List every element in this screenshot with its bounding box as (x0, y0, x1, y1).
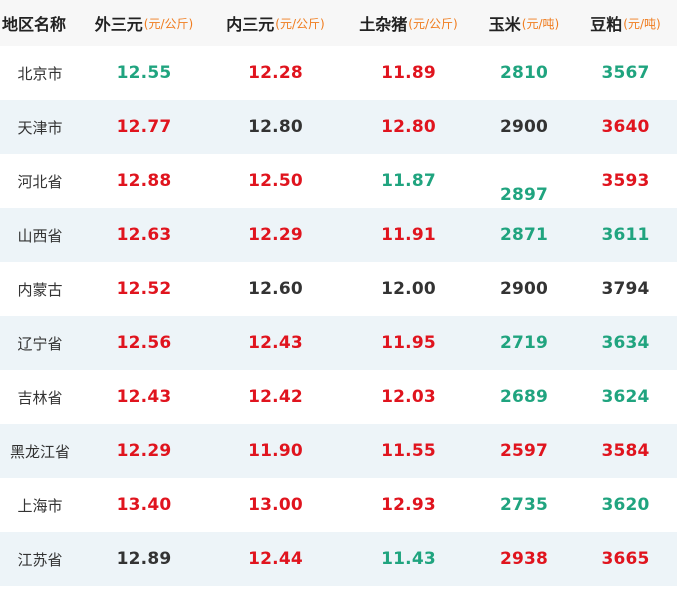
price-cell: 12.80 (248, 117, 303, 137)
price-cell: 12.29 (248, 225, 303, 245)
header-unit: (元/公斤) (408, 16, 458, 31)
region-name-cell: 山西省 (17, 226, 63, 245)
header-unit: (元/吨) (521, 16, 560, 31)
price-cell: 12.89 (116, 549, 172, 569)
price-cell: 11.90 (248, 441, 303, 461)
price-cell: 12.80 (381, 117, 436, 137)
price-cell: 11.55 (381, 441, 436, 461)
price-cell: 3665 (601, 549, 650, 569)
price-cell: 2871 (499, 225, 549, 245)
header-neisanyuan: 内三元 (元/公斤) (208, 0, 343, 46)
price-cell: 2938 (499, 549, 549, 569)
price-cell: 3567 (601, 63, 650, 83)
price-cell: 3640 (601, 117, 650, 137)
price-cell: 12.03 (381, 387, 436, 407)
header-label: 玉米 (488, 15, 521, 34)
table-row: 江苏省 12.89 12.44 11.43 2938 3665 (0, 532, 677, 586)
price-cell: 12.63 (116, 225, 172, 245)
price-cell: 2689 (499, 387, 549, 407)
price-cell: 3611 (601, 225, 650, 245)
price-cell: 11.87 (381, 171, 436, 191)
price-cell: 12.00 (381, 279, 436, 299)
header-label: 地区名称 (2, 15, 67, 34)
price-cell: 12.56 (116, 333, 172, 353)
price-cell: 12.29 (116, 441, 172, 461)
price-cell: 2900 (499, 117, 549, 137)
header-tuzazhu: 土杂猪 (元/公斤) (343, 0, 474, 46)
table-body: 北京市 12.55 12.28 11.89 2810 3567 天津市 12.77 12.80 1… (0, 46, 677, 586)
header-region: 地区名称 (0, 0, 80, 46)
table-row: 辽宁省 12.56 12.43 11.95 2719 3634 (0, 316, 677, 370)
header-label: 土杂猪 (359, 15, 408, 34)
price-table: 地区名称 外三元 (元/公斤) 内三元 (元/公斤) 土杂猪 (元/公斤) 玉米 (元/… (0, 0, 677, 586)
price-cell: 12.93 (381, 495, 436, 515)
price-cell: 12.60 (248, 279, 303, 299)
header-unit: (元/公斤) (275, 16, 325, 31)
price-cell: 11.91 (381, 225, 436, 245)
region-name-cell: 天津市 (17, 118, 63, 137)
price-cell: 2900 (499, 279, 549, 299)
price-cell: 2810 (499, 63, 549, 83)
price-cell: 12.52 (116, 279, 172, 299)
price-cell: 2597 (499, 441, 549, 461)
table-row: 山西省 12.63 12.29 11.91 2871 3611 (0, 208, 677, 262)
price-cell: 11.89 (381, 63, 436, 83)
header-label: 外三元 (94, 15, 143, 34)
price-cell: 12.88 (116, 171, 172, 191)
region-name-cell: 吉林省 (17, 388, 63, 407)
table-row: 吉林省 12.43 12.42 12.03 2689 3624 (0, 370, 677, 424)
region-name-cell: 辽宁省 (17, 334, 63, 353)
table-row: 内蒙古 12.52 12.60 12.00 2900 3794 (0, 262, 677, 316)
price-cell: 3584 (601, 441, 650, 461)
table-row: 黑龙江省 12.29 11.90 11.55 2597 3584 (0, 424, 677, 478)
price-cell: 12.77 (116, 117, 172, 137)
price-cell: 3794 (601, 279, 650, 299)
price-cell: 13.40 (116, 495, 172, 515)
price-cell: 11.95 (381, 333, 436, 353)
price-cell: 12.55 (116, 63, 172, 83)
price-cell: 12.43 (116, 387, 172, 407)
price-cell: 12.43 (248, 333, 303, 353)
price-cell: 12.28 (248, 63, 303, 83)
price-cell: 2719 (499, 333, 549, 353)
price-cell: 3634 (601, 333, 650, 353)
table-row: 北京市 12.55 12.28 11.89 2810 3567 (0, 46, 677, 100)
price-cell: 12.44 (248, 549, 303, 569)
region-name-cell: 江苏省 (17, 550, 63, 569)
header-label: 豆粕 (590, 15, 623, 34)
price-cell: 3620 (601, 495, 650, 515)
price-cell: 2735 (499, 495, 549, 515)
table-row: 天津市 12.77 12.80 12.80 2900 3640 (0, 100, 677, 154)
price-cell: 12.50 (248, 171, 303, 191)
table-row: 河北省 12.88 12.50 11.87 2897 3593 (0, 154, 677, 208)
region-name-cell: 河北省 (17, 172, 63, 191)
region-name-cell: 北京市 (17, 64, 63, 83)
table-row: 上海市 13.40 13.00 12.93 2735 3620 (0, 478, 677, 532)
price-cell: 3593 (601, 171, 650, 191)
region-name-cell: 内蒙古 (17, 280, 63, 299)
price-cell: 2897 (499, 185, 549, 205)
region-name-cell: 黑龙江省 (9, 442, 70, 461)
price-cell: 3624 (601, 387, 650, 407)
header-corn: 玉米 (元/吨) (474, 0, 574, 46)
region-name-cell: 上海市 (17, 496, 63, 515)
table-header-row: 地区名称 外三元 (元/公斤) 内三元 (元/公斤) 土杂猪 (元/公斤) 玉米 (元/… (0, 0, 677, 46)
header-soymeal: 豆粕 (元/吨) (574, 0, 677, 46)
price-cell: 11.43 (381, 549, 436, 569)
price-cell: 13.00 (248, 495, 303, 515)
header-waisanyuan: 外三元 (元/公斤) (80, 0, 208, 46)
header-unit: (元/吨) (623, 16, 661, 31)
header-label: 内三元 (226, 15, 275, 34)
price-cell: 12.42 (248, 387, 303, 407)
header-unit: (元/公斤) (143, 16, 194, 31)
